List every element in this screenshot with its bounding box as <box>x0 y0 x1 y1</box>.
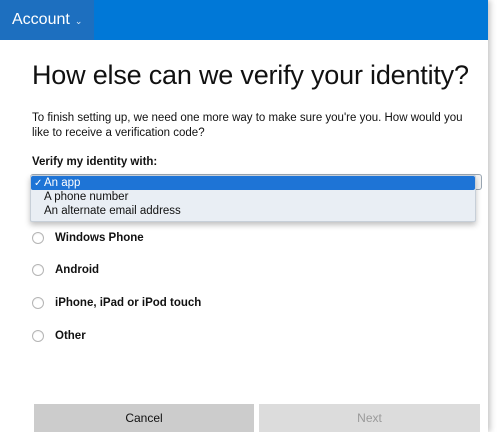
chevron-down-icon: ⌄ <box>74 16 83 26</box>
option-label: A phone number <box>44 191 129 203</box>
radio-other[interactable]: Other <box>32 328 86 344</box>
page-description: To finish setting up, we need one more w… <box>32 112 463 139</box>
page-title: How else can we verify your identity? <box>32 60 469 90</box>
verify-method-label: Verify my identity with: <box>32 156 158 168</box>
cancel-button[interactable]: Cancel <box>34 404 254 432</box>
account-label: Account <box>12 11 70 28</box>
radio-label: iPhone, iPad or iPod touch <box>55 297 202 309</box>
radio-label: Other <box>55 330 86 342</box>
radio-button[interactable] <box>32 330 44 342</box>
verify-option-phone[interactable]: A phone number <box>31 190 475 204</box>
option-label: An alternate email address <box>44 205 181 217</box>
radio-button[interactable] <box>32 297 44 309</box>
radio-label: Android <box>55 264 100 276</box>
radio-label: Windows Phone <box>55 232 144 244</box>
verify-method-dropdown: ✓ An app A phone number An alternate emai… <box>30 175 476 222</box>
radio-android[interactable]: Android <box>32 262 99 278</box>
option-label: An app <box>44 177 81 189</box>
account-menu-button[interactable]: Account ⌄ <box>0 0 94 40</box>
radio-windows-phone[interactable]: Windows Phone <box>32 230 144 246</box>
verify-option-app[interactable]: ✓ An app <box>31 176 475 190</box>
checkmark-icon: ✓ <box>34 178 43 189</box>
account-dialog: Account ⌄ How else can we verify your id… <box>0 0 488 432</box>
header-bar: Account ⌄ <box>0 0 488 40</box>
radio-button[interactable] <box>32 232 44 244</box>
radio-iphone[interactable]: iPhone, iPad or iPod touch <box>32 295 201 311</box>
radio-button[interactable] <box>32 264 44 276</box>
verify-option-email[interactable]: An alternate email address <box>31 204 475 218</box>
next-button[interactable]: Next <box>259 404 480 432</box>
